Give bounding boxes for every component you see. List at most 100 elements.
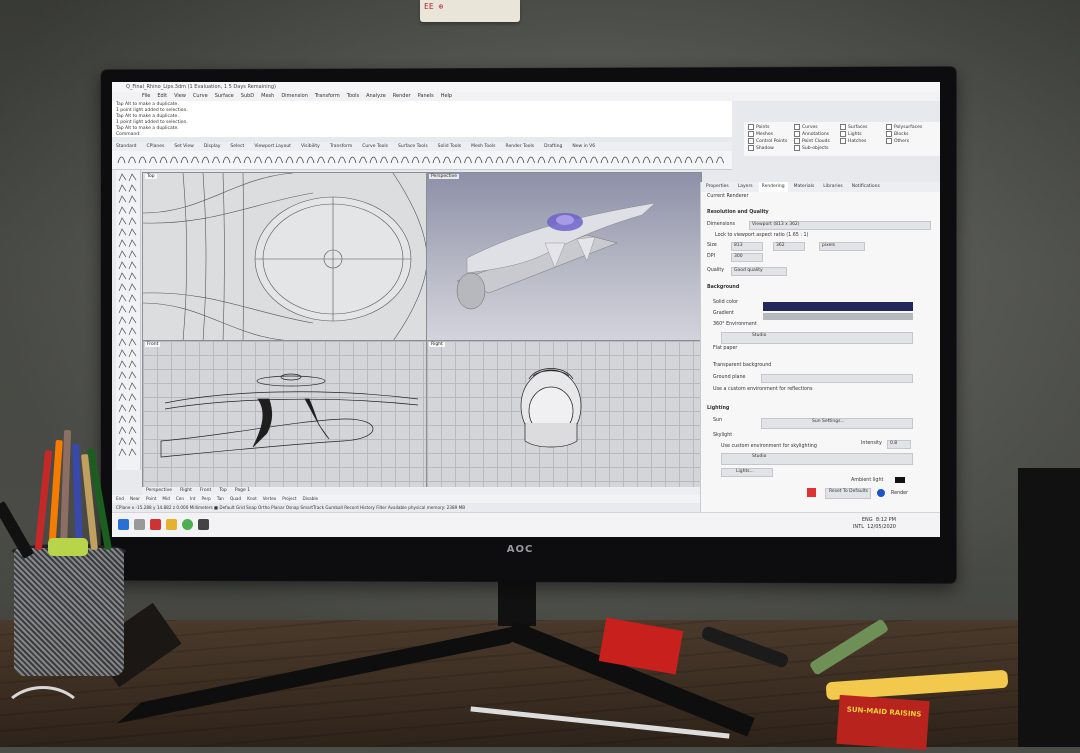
dpi-input[interactable]: 300 [731, 253, 763, 262]
units-select[interactable]: pixels [819, 242, 865, 251]
menu-item-8[interactable]: Transform [315, 92, 340, 101]
filter-col1-0[interactable]: Points [748, 124, 770, 130]
viewport-tab-4[interactable]: Page 1 [235, 487, 250, 495]
toolbar-tab-13[interactable]: Drafting [544, 142, 562, 151]
menu-item-11[interactable]: Render [393, 92, 411, 101]
toolbar-tab-12[interactable]: Render Tools [506, 142, 535, 151]
menu-item-3[interactable]: Curve [193, 92, 208, 101]
panel-tab-0[interactable]: Properties [703, 182, 732, 192]
osnap-option-3[interactable]: Mid [162, 495, 169, 503]
reset-defaults-button[interactable]: Reset To Defaults [825, 488, 871, 499]
viewport-perspective[interactable]: Perspective [426, 172, 702, 342]
toolbar-tab-7[interactable]: Transform [330, 142, 352, 151]
filter-col4-2[interactable]: Others [886, 138, 909, 144]
toolbar-icons[interactable] [112, 151, 732, 170]
gradient-radio[interactable]: Gradient [713, 311, 734, 316]
lights-button[interactable]: Lights... [721, 468, 773, 477]
filter-col1-3[interactable]: Shadow [748, 145, 774, 151]
menu-item-4[interactable]: Surface [215, 92, 234, 101]
menu-item-2[interactable]: View [174, 92, 186, 101]
viewport-tab-0[interactable]: Perspective [146, 487, 172, 495]
toolbar-tab-8[interactable]: Curve Tools [362, 142, 388, 151]
folder-icon[interactable] [166, 519, 177, 530]
menu-item-5[interactable]: SubD [241, 92, 254, 101]
menu-item-0[interactable]: File [142, 92, 150, 101]
viewport-top[interactable]: Top [142, 172, 428, 342]
filter-col2-0[interactable]: Curves [794, 124, 818, 130]
toolbar-tab-11[interactable]: Mesh Tools [471, 142, 495, 151]
render-button[interactable]: Render [891, 491, 908, 496]
studio-env-box[interactable]: Studio [721, 332, 913, 344]
osnap-option-1[interactable]: Near [130, 495, 140, 503]
toolbar-tab-1[interactable]: CPlanes [146, 142, 164, 151]
custom-sky-checkbox[interactable]: Use custom environment for skylighting [721, 444, 817, 449]
panel-tab-2[interactable]: Rendering [758, 182, 788, 192]
viewport-tab-2[interactable]: Front [200, 487, 211, 495]
gradient-bottom-swatch[interactable] [763, 313, 913, 320]
sun-checkbox[interactable]: Sun [713, 418, 722, 423]
custom-reflection-checkbox[interactable]: Use a custom environment for reflections [713, 387, 812, 392]
osnap-option-12[interactable]: Disable [303, 495, 319, 503]
viewport-front[interactable]: Front [142, 340, 428, 488]
dimensions-select[interactable]: Viewport (813 x 362) [749, 221, 931, 230]
filter-col2-2[interactable]: Point Clouds [794, 138, 830, 144]
flat-paper-radio[interactable]: Flat paper [713, 346, 737, 351]
menu-item-12[interactable]: Panels [418, 92, 434, 101]
transparent-bg-checkbox[interactable]: Transparent background [713, 363, 771, 368]
left-toolbar[interactable] [116, 170, 141, 470]
ground-plane-checkbox[interactable]: Ground plane [713, 375, 745, 380]
filter-col4-0[interactable]: Polysurfaces [886, 124, 922, 130]
filter-col3-0[interactable]: Surfaces [840, 124, 868, 130]
toolbar-tab-5[interactable]: Viewport Layout [254, 142, 291, 151]
skylight-checkbox[interactable]: Skylight [713, 433, 732, 438]
filter-col1-1[interactable]: Meshes [748, 131, 773, 137]
toolbar-tab-0[interactable]: Standard [116, 142, 136, 151]
environment-360-radio[interactable]: 360° Environment [713, 322, 757, 327]
filter-col4-1[interactable]: Blocks [886, 131, 909, 137]
osnap-option-11[interactable]: Project [282, 495, 296, 503]
panel-tab-4[interactable]: Libraries [820, 182, 845, 192]
viewport-right[interactable]: Right [426, 340, 702, 488]
solid-color-radio[interactable]: Solid color [713, 300, 738, 305]
filter-col2-1[interactable]: Annotations [794, 131, 829, 137]
panel-tab-1[interactable]: Layers [735, 182, 756, 192]
filter-col1-2[interactable]: Control Points [748, 138, 787, 144]
quality-select[interactable]: Good quality [731, 267, 787, 276]
osnap-option-10[interactable]: Vertex [263, 495, 276, 503]
panel-tab-3[interactable]: Materials [791, 182, 818, 192]
osnap-option-7[interactable]: Tan [217, 495, 224, 503]
chrome-icon[interactable] [182, 519, 193, 530]
gradient-top-swatch[interactable] [763, 302, 913, 311]
toolbar-tab-9[interactable]: Surface Tools [398, 142, 428, 151]
ground-plane-box[interactable] [761, 374, 913, 383]
intensity-input[interactable]: 0.8 [887, 440, 911, 449]
filter-col3-2[interactable]: Hatches [840, 138, 866, 144]
menu-item-1[interactable]: Edit [157, 92, 167, 101]
osnap-option-9[interactable]: Knot [247, 495, 257, 503]
toolbar-tab-14[interactable]: New in V6 [572, 142, 595, 151]
viewport-tab-1[interactable]: Right [180, 487, 192, 495]
osnap-option-8[interactable]: Quad [230, 495, 241, 503]
menu-item-10[interactable]: Analyze [366, 92, 386, 101]
menu-item-6[interactable]: Mesh [261, 92, 274, 101]
toolbar-tab-2[interactable]: Set View [174, 142, 194, 151]
toolbar-tab-6[interactable]: Visibility [301, 142, 320, 151]
size-width-input[interactable]: 813 [731, 242, 763, 251]
toolbar-tab-4[interactable]: Select [230, 142, 244, 151]
ambient-light-swatch[interactable] [895, 477, 905, 483]
panel-tab-5[interactable]: Notifications [849, 182, 883, 192]
menu-item-13[interactable]: Help [441, 92, 452, 101]
viewport-tab-3[interactable]: Top [219, 487, 227, 495]
toolbar-tab-10[interactable]: Solid Tools [438, 142, 461, 151]
sun-settings-button[interactable]: Sun Settings... [761, 418, 913, 429]
toolbar-tab-3[interactable]: Display [204, 142, 221, 151]
filter-col3-1[interactable]: Lights [840, 131, 862, 137]
osnap-option-5[interactable]: Int [190, 495, 196, 503]
search-icon[interactable] [134, 519, 145, 530]
osnap-option-4[interactable]: Cen [176, 495, 184, 503]
osnap-option-6[interactable]: Perp [202, 495, 211, 503]
app-icon-1[interactable] [150, 519, 161, 530]
size-height-input[interactable]: 362 [773, 242, 805, 251]
filter-col2-3[interactable]: Sub-objects [794, 145, 828, 151]
menu-item-9[interactable]: Tools [347, 92, 359, 101]
